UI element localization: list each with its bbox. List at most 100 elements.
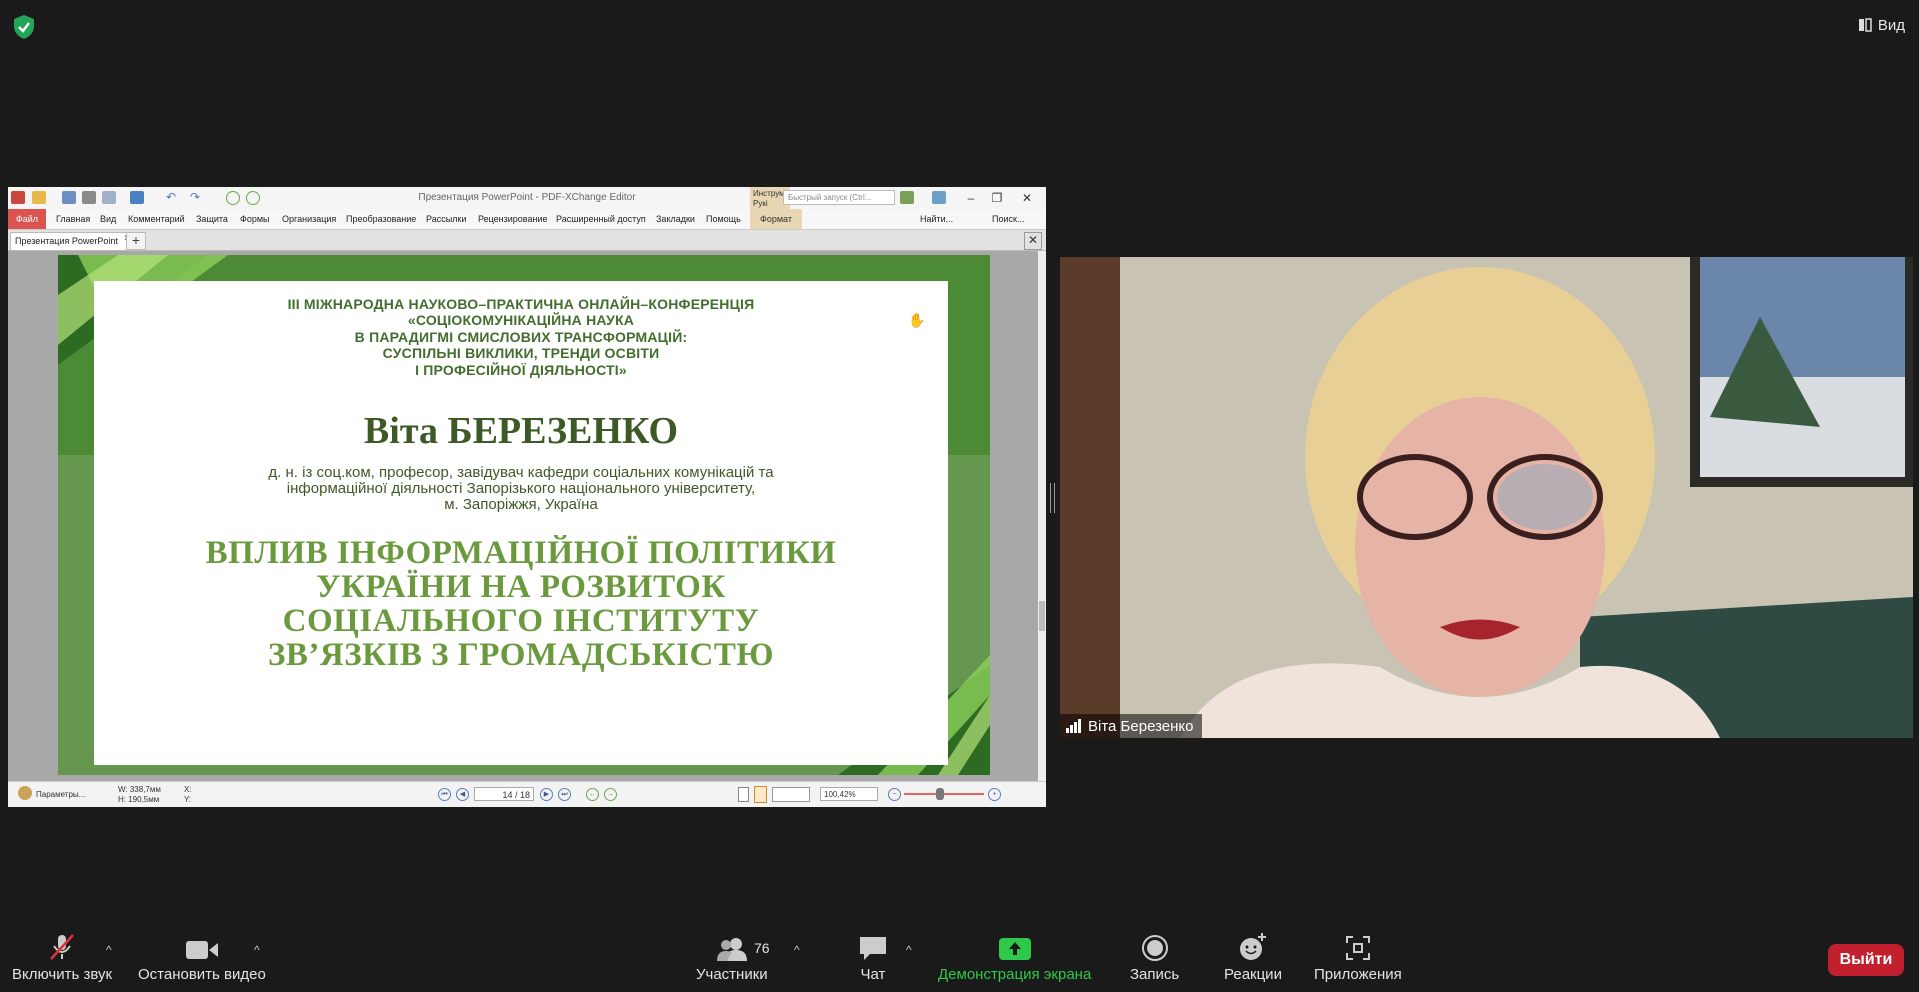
nav-back-button[interactable]: ← [586,788,599,801]
status-bar: Параметры... W: 338,7мм H: 190,5мм X: Y:… [8,781,1046,807]
restore-button[interactable]: ❐ [988,190,1006,206]
x-readout: X: [184,785,192,794]
panel-splitter[interactable] [1050,483,1055,513]
menu-comment[interactable]: Комментарий [128,214,185,224]
view-label: Вид [1877,16,1905,34]
participants-count: 76 [754,940,770,956]
settings-icon[interactable] [18,786,32,800]
leave-button[interactable]: Выйти [1828,944,1904,976]
hand-cursor-icon: ✋ [908,312,926,328]
menu-format[interactable]: Формат [750,209,802,229]
apps-button[interactable]: Приложения [1314,930,1402,992]
page-total: 18 [519,790,530,800]
talk-title-line: ЗВ’ЯЗКІВ З ГРОМАДСЬКІСТЮ [267,637,775,673]
share-screen-icon [998,938,1031,960]
record-label: Запись [1130,966,1180,983]
video-frame [1060,257,1913,738]
presentation-slide: ІІІ МІЖНАРОДНА НАУКОВО–ПРАКТИЧНА ОНЛАЙН–… [58,255,990,775]
pdf-title-bar: ↶ ↷ Презентация PowerPoint - PDF-XChange… [8,187,1046,210]
microphone-muted-icon [50,934,74,960]
menu-mailings[interactable]: Рассылки [426,214,466,224]
menu-bookmarks[interactable]: Закладки [656,214,695,224]
zoom-slider[interactable] [904,793,984,795]
document-tab-label: Презентация PowerPoint [15,236,118,246]
participants-label: Участники [696,966,768,983]
document-viewport[interactable]: ІІІ МІЖНАРОДНА НАУКОВО–ПРАКТИЧНА ОНЛАЙН–… [8,251,1038,781]
quick-search-input[interactable]: Быстрый запуск (Ctrl... [783,190,895,205]
width-readout: W: 338,7мм [118,785,161,794]
signal-bars-icon [1066,719,1081,733]
participant-video[interactable] [1060,257,1913,738]
participants-icon [716,938,747,961]
document-tab-bar: Презентация PowerPoint × + ✕ [8,230,1046,251]
speaker-name: Віта БЕРЕЗЕНКО [363,410,679,452]
zoom-in-button[interactable]: + [988,788,1001,801]
menu-convert[interactable]: Преобразование [346,214,416,224]
params-dropdown[interactable]: Параметры... [36,790,85,799]
speaker-info-line: м. Запоріжжя, Україна [444,496,598,513]
talk-title-line: ВПЛИВ ІНФОРМАЦІЙНОЇ ПОЛІТИКИ [205,535,837,571]
share-screen-label: Демонстрация экрана [938,966,1092,983]
fullscreen-icon[interactable] [932,191,946,204]
slide-content-area: ІІІ МІЖНАРОДНА НАУКОВО–ПРАКТИЧНА ОНЛАЙН–… [94,281,948,765]
apps-icon [1345,936,1370,960]
shared-screen: ↶ ↷ Презентация PowerPoint - PDF-XChange… [8,187,1046,807]
menu-organize[interactable]: Организация [282,214,336,224]
search-button[interactable]: Поиск... [992,214,1024,224]
scrollbar-thumb[interactable] [1039,601,1045,631]
first-page-button[interactable]: ⏮ [438,788,451,801]
view-button[interactable]: Вид [1858,14,1905,36]
menu-protect[interactable]: Защита [196,214,228,224]
participant-name-tag: Віта Березенко [1060,714,1202,738]
apps-label: Приложения [1314,966,1402,983]
menu-forms[interactable]: Формы [240,214,270,224]
zoom-input[interactable]: 100,42% [820,787,878,801]
menu-view[interactable]: Вид [100,214,116,224]
conference-line: В ПАРАДИГМІ СМИСЛОВИХ ТРАНСФОРМАЦІЙ: [354,328,688,345]
security-shield-icon[interactable] [12,14,36,40]
new-tab-button[interactable]: + [126,232,146,250]
menu-file[interactable]: Файл [8,209,46,229]
record-button[interactable]: Запись [1130,930,1179,992]
options-icon[interactable] [900,191,914,204]
ribbon-menu: Файл Главная Вид Комментарий Защита Форм… [8,209,1046,230]
menu-help[interactable]: Помощь [706,214,741,224]
speaker-info: д. н. із соц.ком, професор, завідувач ка… [94,465,948,513]
video-options-caret-icon[interactable]: ^ [254,943,260,957]
record-icon [1141,935,1168,961]
mute-button[interactable]: Включить звук [12,930,112,992]
speaker-info-line: інформаційної діяльності Запорізького на… [286,480,756,497]
participants-options-caret-icon[interactable]: ^ [794,943,800,957]
close-document-button[interactable]: ✕ [1024,232,1042,250]
conference-line: СУСПІЛЬНІ ВИКЛИКИ, ТРЕНДИ ОСВІТИ [382,345,660,362]
zoom-out-button[interactable]: − [888,788,901,801]
chat-button[interactable]: Чат [858,930,888,992]
share-screen-button[interactable]: Демонстрация экрана [938,930,1091,992]
document-tab[interactable]: Презентация PowerPoint × [10,232,133,250]
page-number-input[interactable]: 14 / 18 [474,787,534,801]
menu-home[interactable]: Главная [56,214,90,224]
single-page-icon[interactable] [738,787,749,802]
minimize-button[interactable]: – [962,190,980,206]
menu-share[interactable]: Расширенный доступ [556,214,646,224]
page-layout-icons[interactable] [772,787,810,802]
chat-options-caret-icon[interactable]: ^ [906,943,912,957]
video-label: Остановить видео [138,966,266,983]
talk-title-line: УКРАЇНИ НА РОЗВИТОК [316,569,726,605]
nav-forward-button[interactable]: → [604,788,617,801]
page-number: 14 [502,790,513,800]
menu-review[interactable]: Рецензирование [478,214,548,224]
last-page-button[interactable]: ⏭ [558,788,571,801]
find-button[interactable]: Найти... [920,214,953,224]
video-button[interactable]: Остановить видео [138,930,266,992]
close-window-button[interactable]: ✕ [1018,190,1036,206]
prev-page-button[interactable]: ◀ [456,788,469,801]
continuous-page-icon[interactable] [754,786,767,803]
participant-name: Віта Березенко [1088,717,1194,735]
view-layout-icon [1858,18,1872,32]
vertical-scrollbar[interactable] [1038,251,1046,781]
zoom-slider-thumb[interactable] [936,788,944,800]
audio-options-caret-icon[interactable]: ^ [106,943,112,957]
next-page-button[interactable]: ▶ [540,788,553,801]
reactions-button[interactable]: Реакции [1224,930,1282,992]
